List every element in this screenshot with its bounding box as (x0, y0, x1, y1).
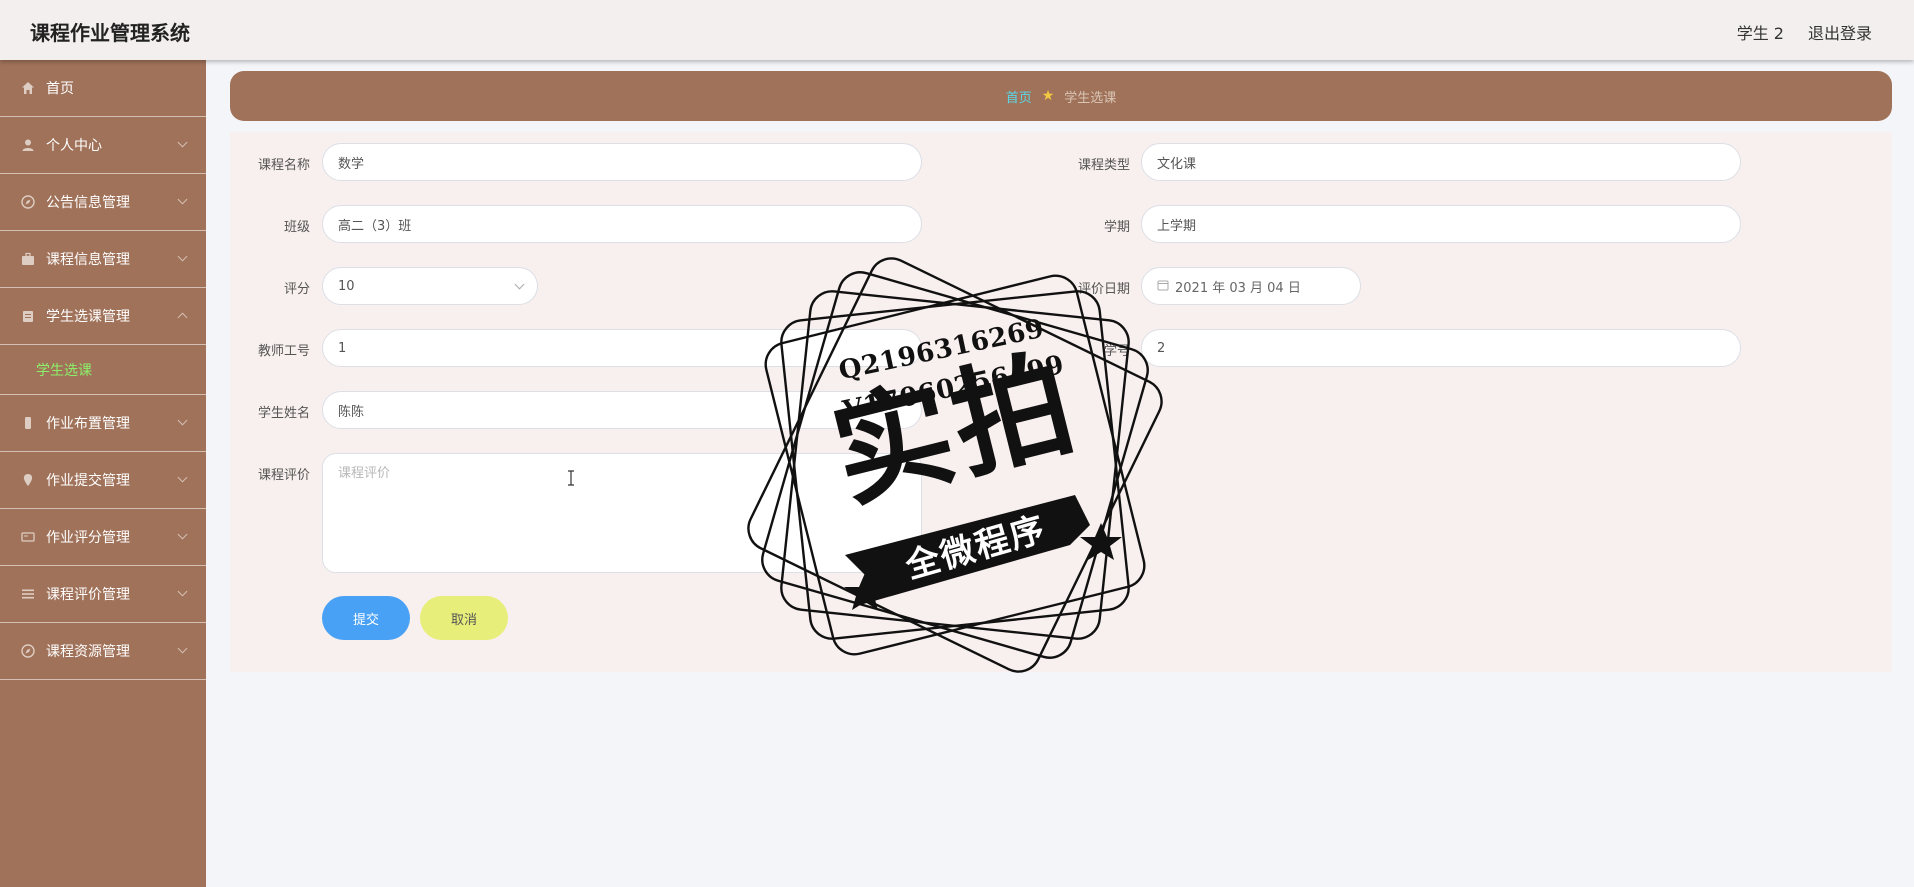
sidebar-item-course-selection[interactable]: 学生选课管理 (0, 288, 206, 345)
student-name-input[interactable]: 陈陈 (322, 391, 922, 429)
teacher-id-input[interactable]: 1 (322, 329, 922, 367)
breadcrumb-home[interactable]: 首页 (1006, 87, 1032, 106)
breadcrumb: 首页 ★ 学生选课 (230, 71, 1892, 121)
sidebar-item-label: 课程资源管理 (46, 644, 130, 660)
user-icon (20, 137, 36, 153)
chevron-down-icon (177, 529, 188, 540)
sidebar-item-label: 首页 (46, 81, 74, 97)
class-input[interactable]: 高二（3）班 (322, 205, 922, 243)
sidebar-item-label: 课程评价管理 (46, 587, 130, 603)
id-card-icon (20, 529, 36, 545)
clipboard-icon (20, 308, 36, 324)
sidebar-item-homework-assign[interactable]: 作业布置管理 (0, 395, 206, 452)
score-label: 评分 (283, 282, 310, 297)
sidebar-item-course-resources[interactable]: 课程资源管理 (0, 623, 206, 680)
course-name-label: 课程名称 (257, 158, 310, 173)
chevron-up-icon (177, 312, 188, 323)
semester-input[interactable]: 上学期 (1141, 205, 1741, 243)
student-id-label: 学号 (1103, 344, 1130, 359)
breadcrumb-current: 学生选课 (1064, 90, 1117, 106)
home-icon (20, 80, 36, 96)
evaluation-textarea[interactable]: 课程评价 (322, 453, 922, 573)
course-name-input[interactable]: 数学 (322, 143, 922, 181)
star-icon: ★ (1041, 88, 1055, 104)
evaluation-label: 课程评价 (257, 468, 310, 483)
student-name-label: 学生姓名 (257, 406, 310, 421)
sidebar-item-label: 作业布置管理 (46, 416, 130, 432)
submit-button[interactable]: 提交 (322, 596, 410, 640)
sidebar-item-label: 作业评分管理 (46, 530, 130, 546)
current-user[interactable]: 学生 2 (1737, 20, 1784, 44)
course-type-label: 课程类型 (1077, 158, 1130, 173)
sidebar-item-course-evaluation[interactable]: 课程评价管理 (0, 566, 206, 623)
form-card: 课程名称 数学 课程类型 文化课 班级 高二（3）班 学期 上学期 评分 10 … (230, 132, 1892, 672)
eval-date-label: 评价日期 (1077, 282, 1130, 297)
semester-label: 学期 (1103, 220, 1130, 235)
chevron-down-icon (177, 643, 188, 654)
chevron-down-icon (177, 586, 188, 597)
chevron-down-icon (177, 137, 188, 148)
chevron-down-icon (177, 472, 188, 483)
sidebar-item-home[interactable]: 首页 (0, 60, 206, 117)
location-icon (20, 472, 36, 488)
eval-date-value: 2021 年 03 月 04 日 (1175, 280, 1301, 296)
compass-icon (20, 194, 36, 210)
sidebar-item-label: 课程信息管理 (46, 252, 130, 268)
list-icon (20, 586, 36, 602)
chevron-down-icon (177, 251, 188, 262)
cancel-button[interactable]: 取消 (420, 596, 508, 640)
calendar-icon (1157, 279, 1169, 294)
teacher-id-label: 教师工号 (257, 344, 310, 359)
chevron-down-icon (177, 415, 188, 426)
sidebar-item-label: 个人中心 (46, 138, 102, 154)
briefcase-icon (20, 251, 36, 267)
sidebar-item-label: 作业提交管理 (46, 473, 130, 489)
logout-link[interactable]: 退出登录 (1808, 20, 1872, 44)
compass-icon (20, 643, 36, 659)
sidebar-item-course-info[interactable]: 课程信息管理 (0, 231, 206, 288)
class-label: 班级 (283, 220, 310, 235)
sidebar-subitem-course-selection[interactable]: 学生选课 (0, 345, 206, 395)
eval-date-picker[interactable]: 2021 年 03 月 04 日 (1141, 267, 1361, 305)
text-cursor-icon (566, 470, 576, 486)
chevron-down-icon (177, 194, 188, 205)
student-id-input[interactable]: 2 (1141, 329, 1741, 367)
score-selected-value: 10 (338, 278, 355, 294)
phone-icon (20, 415, 36, 431)
header-user-area: 学生 2 退出登录 (1737, 20, 1872, 44)
sidebar-item-notice[interactable]: 公告信息管理 (0, 174, 206, 231)
sidebar-item-label: 公告信息管理 (46, 195, 130, 211)
score-select[interactable]: 10 (322, 267, 538, 305)
sidebar-item-homework-submit[interactable]: 作业提交管理 (0, 452, 206, 509)
sidebar-item-homework-grading[interactable]: 作业评分管理 (0, 509, 206, 566)
sidebar: 首页 个人中心 公告信息管理 课程信息管理 学生选课管理 学生选课 作业布置管理 (0, 60, 206, 887)
sidebar-item-personal-center[interactable]: 个人中心 (0, 117, 206, 174)
app-title: 课程作业管理系统 (30, 21, 190, 45)
course-type-input[interactable]: 文化课 (1141, 143, 1741, 181)
chevron-down-icon (514, 279, 525, 290)
sidebar-item-label: 学生选课管理 (46, 309, 130, 325)
top-header: 课程作业管理系统 学生 2 退出登录 (0, 0, 1914, 60)
